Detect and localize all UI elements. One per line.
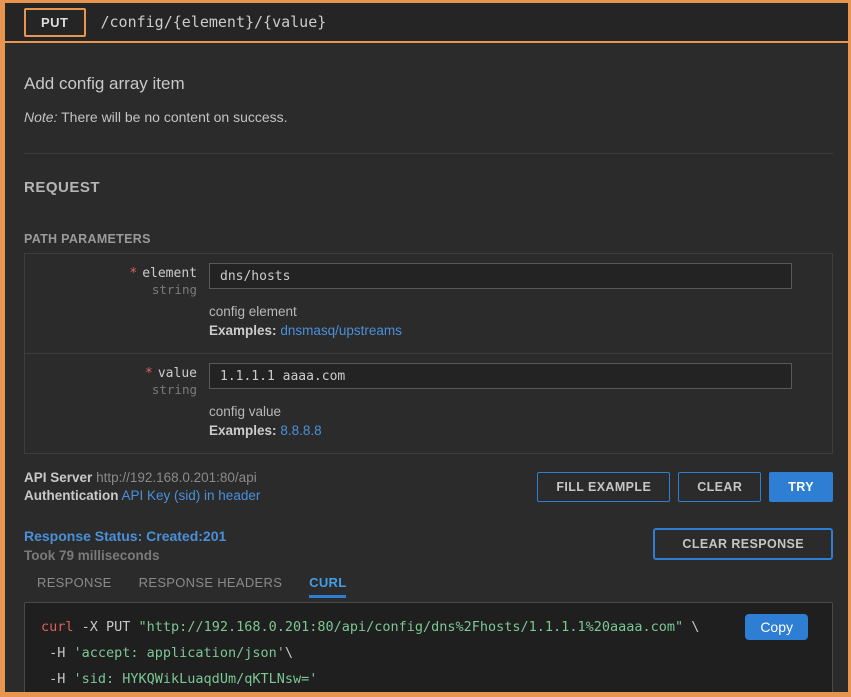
request-section-title: REQUEST [24,179,833,196]
path-parameters-table: *element string config element Examples:… [24,253,833,454]
clear-response-button[interactable]: CLEAR RESPONSE [653,528,833,560]
param-examples: Examples: dnsmasq/upstreams [209,323,792,338]
tab-curl[interactable]: CURL [309,575,346,598]
note-label: Note: [24,109,57,125]
copy-button[interactable]: Copy [745,614,808,640]
param-value-cell: config value Examples: 8.8.8.8 [209,363,832,438]
param-row-element: *element string config element Examples:… [25,254,832,353]
endpoint-body: Add config array item Note: There will b… [5,74,848,697]
param-name: *element [25,266,197,281]
param-description: config value [209,404,792,419]
fill-example-button[interactable]: FILL EXAMPLE [537,472,670,502]
section-divider [24,153,833,154]
api-server-label: API Server [24,470,92,485]
element-input[interactable] [209,263,792,289]
tab-response[interactable]: RESPONSE [37,575,112,598]
authentication-label: Authentication [24,488,119,503]
endpoint-header: PUT /config/{element}/{value} [5,3,848,43]
value-input[interactable] [209,363,792,389]
param-description: config element [209,304,792,319]
response-status-text: Response Status: Created:201 [24,528,226,544]
curl-url-string: "http://192.168.0.201:80/api/config/dns%… [139,619,684,635]
examples-label: Examples: [209,423,277,438]
server-info: API Server http://192.168.0.201:80/api A… [24,469,260,505]
example-link-element[interactable]: dnsmasq/upstreams [280,323,402,338]
api-server-line: API Server http://192.168.0.201:80/api [24,469,260,487]
curl-line-2: -H 'accept: application/json'\ [41,640,816,666]
param-name: *value [25,366,197,381]
param-label-cell: *value string [25,363,209,438]
response-took-text: Took 79 milliseconds [24,548,226,563]
curl-line-3: -H 'sid: HYKQWikLuaqdUm/qKTLNsw=' [41,666,816,692]
example-link-value[interactable]: 8.8.8.8 [280,423,321,438]
http-method-badge[interactable]: PUT [24,8,86,37]
required-asterisk: * [129,266,137,281]
param-type: string [25,382,197,397]
api-server-url: http://192.168.0.201:80/api [96,470,257,485]
curl-command-token: curl [41,619,74,635]
response-status-info: Response Status: Created:201 Took 79 mil… [24,528,226,563]
authentication-link[interactable]: API Key (sid) in header [122,488,261,503]
endpoint-summary: Add config array item [24,74,833,94]
examples-label: Examples: [209,323,277,338]
curl-line-1: curl -X PUT "http://192.168.0.201:80/api… [41,614,816,640]
clear-button[interactable]: CLEAR [678,472,761,502]
api-endpoint-panel: PUT /config/{element}/{value} Add config… [0,0,851,697]
response-status-row: Response Status: Created:201 Took 79 mil… [24,528,833,563]
param-label-cell: *element string [25,263,209,338]
param-type: string [25,282,197,297]
authentication-line: Authentication API Key (sid) in header [24,487,260,505]
note-text: There will be no content on success. [57,109,287,125]
endpoint-note: Note: There will be no content on succes… [24,109,833,125]
param-examples: Examples: 8.8.8.8 [209,423,792,438]
try-button[interactable]: TRY [769,472,833,502]
server-and-actions-row: API Server http://192.168.0.201:80/api A… [24,469,833,505]
param-row-value: *value string config value Examples: 8.8… [25,353,832,453]
curl-sid-header-string: 'sid: HYKQWikLuaqdUm/qKTLNsw=' [74,671,318,687]
curl-code-panel: curl -X PUT "http://192.168.0.201:80/api… [24,602,833,697]
curl-accept-header-string: 'accept: application/json' [74,645,285,661]
param-value-cell: config element Examples: dnsmasq/upstrea… [209,263,832,338]
tab-response-headers[interactable]: RESPONSE HEADERS [139,575,283,598]
endpoint-path: /config/{element}/{value} [101,13,327,31]
required-asterisk: * [145,366,153,381]
path-parameters-title: PATH PARAMETERS [24,232,833,246]
action-buttons: FILL EXAMPLE CLEAR TRY [537,472,833,502]
response-tabs: RESPONSE RESPONSE HEADERS CURL [24,575,833,598]
